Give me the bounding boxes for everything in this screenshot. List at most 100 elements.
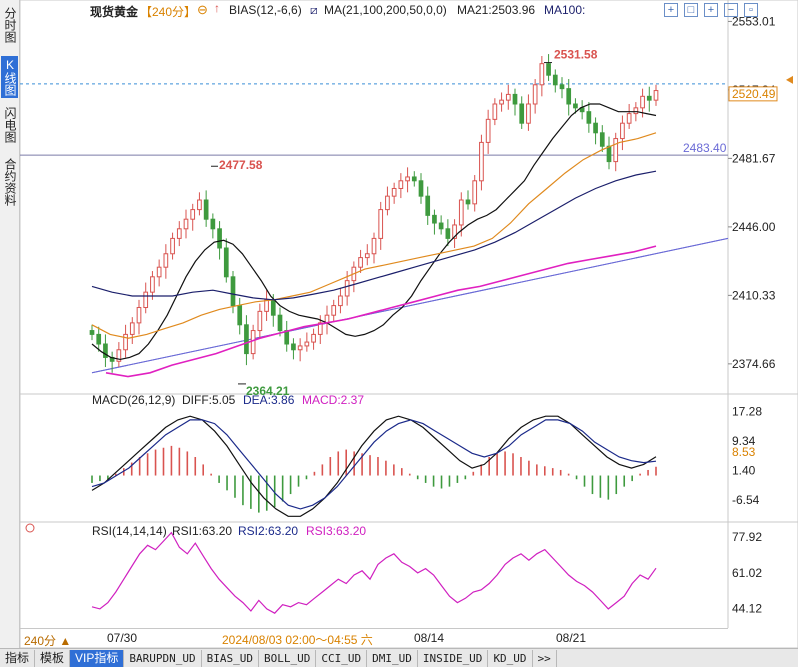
candle-body (606, 145, 612, 163)
macd-diff-label: DIFF:5.05 (182, 393, 236, 407)
date-label-0814: 08/14 (414, 631, 445, 645)
price-tick-label: 2446.00 (732, 220, 776, 234)
tab-dmi[interactable]: DMI_UD (367, 649, 418, 667)
candle-body (479, 141, 484, 182)
candle-body (284, 330, 290, 345)
candle-body (599, 132, 605, 147)
candle-body (646, 95, 652, 101)
tab-inside[interactable]: INSIDE_UD (418, 649, 489, 667)
candle-body (96, 333, 102, 345)
zoom-in-icon[interactable]: + (704, 3, 718, 17)
rsi3-label: RSI3:63.20 (306, 524, 366, 538)
ma21-line (91, 103, 657, 361)
candle-body (411, 176, 417, 182)
macd-tick-label: -6.54 (732, 493, 760, 507)
tab-cci[interactable]: CCI_UD (316, 649, 368, 667)
candle-body (573, 103, 578, 109)
candle-body (593, 122, 598, 134)
chart-toolbar: + □ + − ▫ (664, 3, 758, 17)
candle-body (291, 343, 296, 351)
candle-body (586, 111, 592, 124)
expand-icon[interactable]: □ (684, 3, 698, 17)
candle-body (445, 228, 451, 239)
price-pointer-icon (786, 75, 793, 84)
candle-body (485, 118, 491, 143)
period-toggle-icon[interactable]: ⊖ (197, 2, 208, 18)
candle-body (136, 307, 142, 324)
tab-more[interactable]: >> (533, 649, 557, 667)
chart-canvas[interactable]: 2553.012517.342481.672446.002410.332374.… (0, 0, 798, 666)
rsi-tick-label: 44.12 (732, 602, 762, 616)
candle-body (653, 90, 659, 101)
candle-body (458, 199, 464, 226)
candle-body (539, 63, 545, 86)
candle-body (244, 324, 249, 355)
zoom-out-icon[interactable]: − (724, 3, 738, 17)
candle-body (378, 209, 384, 239)
reference-level-label: 2483.40 (683, 141, 727, 155)
trendline-base (91, 237, 729, 374)
date-label-0821: 08/21 (556, 631, 587, 645)
settings-icon[interactable]: ▫ (744, 3, 758, 17)
macd-tick-label: 1.40 (732, 463, 756, 477)
candle-body (250, 330, 256, 355)
candle-body (304, 341, 310, 347)
candle-body (129, 322, 135, 335)
rsi-settings-icon (25, 523, 35, 533)
candle-body (465, 199, 471, 205)
candle-body (203, 199, 209, 220)
tab-vip-indicator[interactable]: VIP指标 (70, 649, 125, 667)
candle-body (150, 276, 155, 293)
high-annotation: 2531.58 (554, 48, 598, 62)
candle-body (559, 84, 565, 90)
candle-body (183, 218, 189, 230)
tab-boll[interactable]: BOLL_UD (259, 649, 317, 667)
candle-body (176, 228, 182, 239)
tab-bias[interactable]: BIAS_UD (202, 649, 259, 667)
candle-body (264, 299, 269, 312)
candle-body (143, 291, 149, 309)
candle-body (331, 305, 337, 316)
candle-body (566, 88, 572, 105)
current-price-label: 2520.49 (732, 87, 776, 101)
candle-body (620, 122, 625, 140)
tab-template[interactable]: 模板 (35, 649, 71, 667)
candle-body (626, 113, 632, 124)
macd-diff-line (91, 415, 657, 517)
candle-body (197, 199, 202, 211)
tab-kd[interactable]: KD_UD (488, 649, 533, 667)
candle-body (552, 74, 558, 86)
mid-high-annotation: 2477.58 (219, 158, 263, 172)
candle-body (297, 345, 303, 351)
ma-label: MA(21,100,200,50,0,0) (324, 3, 447, 17)
candle-body (223, 247, 229, 278)
period-selector-button[interactable]: 240分 ▲ (24, 632, 71, 649)
macd-dea-line (91, 419, 657, 510)
macd-dea-label: DEA:3.86 (243, 393, 295, 407)
candle-body (512, 93, 518, 105)
candle-body (156, 266, 162, 278)
candle-body (613, 138, 619, 163)
price-tick-label: 2481.67 (732, 151, 776, 165)
candle-body (546, 63, 551, 76)
candle-body (277, 314, 283, 332)
macd-title: MACD(26,12,9) (92, 393, 175, 407)
tab-indicator[interactable]: 指标 (0, 649, 36, 667)
candle-body (230, 276, 236, 307)
tab-barupdn[interactable]: BARUPDN_UD (124, 649, 202, 667)
candle-body (257, 310, 263, 332)
candle-body (391, 187, 397, 197)
macd-current-label: 8.53 (732, 445, 756, 459)
candle-body (633, 107, 639, 115)
rsi-tick-label: 61.02 (732, 566, 762, 580)
candle-body (270, 299, 276, 316)
crosshair-icon[interactable]: + (664, 3, 678, 17)
candle-body (163, 253, 169, 268)
candle-body (640, 95, 645, 109)
candle-body (89, 330, 95, 335)
candle-body (526, 103, 531, 124)
rsi1-label: RSI1:63.20 (172, 524, 232, 538)
candle-body (210, 218, 216, 230)
candle-body (385, 195, 390, 211)
macd-tick-label: 17.28 (732, 404, 762, 418)
